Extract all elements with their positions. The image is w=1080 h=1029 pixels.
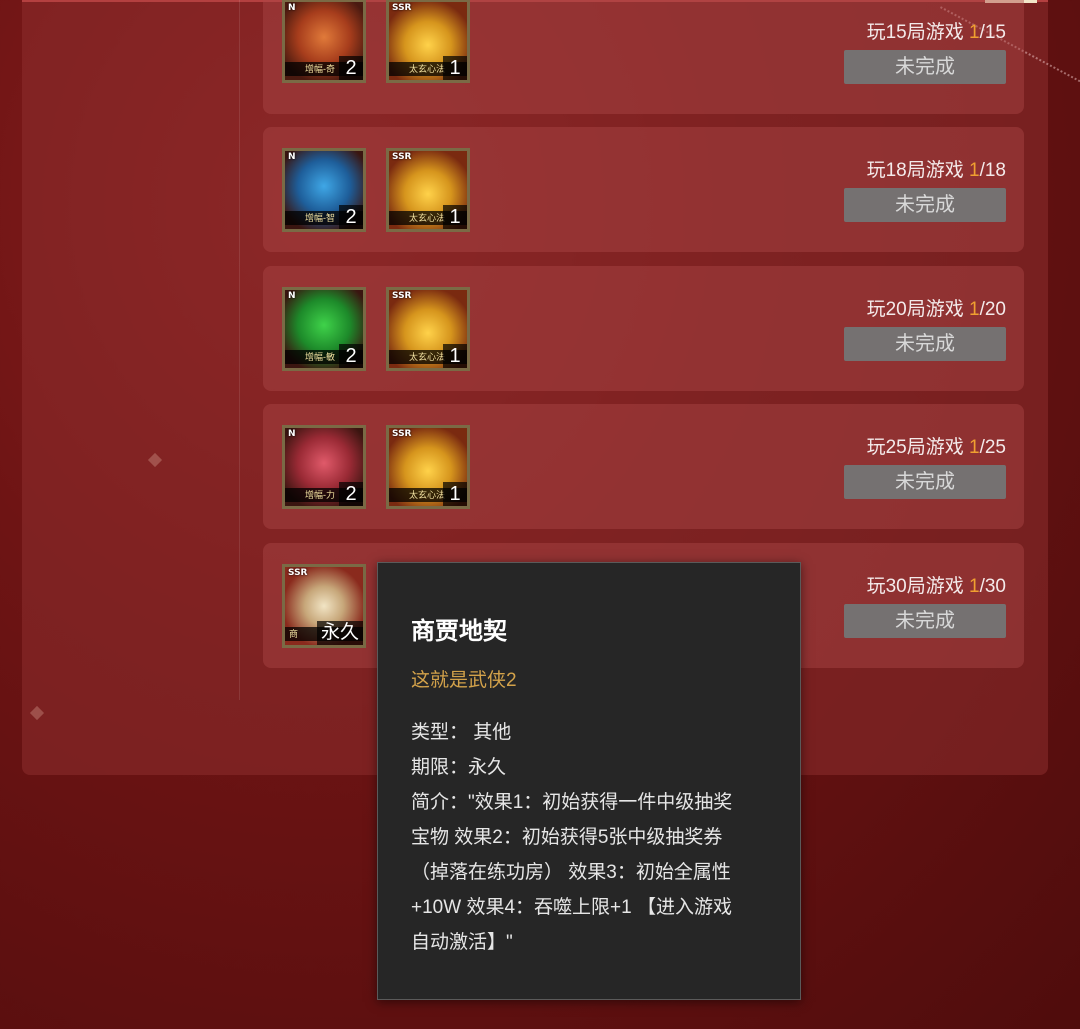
rarity-badge: N xyxy=(288,152,296,162)
reward-slot[interactable]: N 增幅-力 2 xyxy=(282,425,366,509)
rarity-badge: SSR xyxy=(288,568,308,578)
task-label: 玩20局游戏 xyxy=(866,299,964,320)
task-label: 玩15局游戏 xyxy=(866,22,964,43)
reward-slot[interactable]: SSR 太玄心法 1 xyxy=(386,148,470,232)
progress-current: 1 xyxy=(969,299,980,320)
task-progress: 玩25局游戏 1/25 xyxy=(867,432,1006,459)
task-row: N 增幅-敏 2 SSR 太玄心法 1 玩20局游戏 1/20 未完成 xyxy=(263,266,1024,391)
progress-target: /18 xyxy=(979,160,1006,181)
task-progress: 玩18局游戏 1/18 xyxy=(867,155,1006,182)
tooltip-line: +10W 效果4：吞噬上限+1 【进入游戏 xyxy=(411,897,732,918)
reward-count: 1 xyxy=(443,344,467,368)
progress-target: /30 xyxy=(979,576,1006,597)
rarity-badge: N xyxy=(288,291,296,301)
incomplete-button[interactable]: 未完成 xyxy=(844,50,1006,84)
reward-slot[interactable]: N 增幅-奇 2 xyxy=(282,0,366,83)
rarity-badge: SSR xyxy=(392,291,412,301)
rarity-badge: N xyxy=(288,429,296,439)
reward-slot[interactable]: SSR 商 永久 xyxy=(282,564,366,648)
incomplete-button[interactable]: 未完成 xyxy=(844,188,1006,222)
reward-count: 1 xyxy=(443,205,467,229)
tooltip-title: 商贾地契 xyxy=(411,618,507,645)
progress-current: 1 xyxy=(969,22,980,43)
rarity-badge: N xyxy=(288,3,296,13)
reward-duration: 永久 xyxy=(316,621,363,645)
tooltip-subtitle: 这就是武侠2 xyxy=(411,670,517,691)
progress-current: 1 xyxy=(969,437,980,458)
tooltip-line: 自动激活】" xyxy=(411,932,513,953)
incomplete-button[interactable]: 未完成 xyxy=(844,465,1006,499)
task-label: 玩18局游戏 xyxy=(866,160,964,181)
reward-count: 1 xyxy=(443,56,467,80)
sidebar-divider xyxy=(239,0,240,700)
tooltip-line: 类型： 其他 xyxy=(411,722,512,743)
task-progress: 玩15局游戏 1/15 xyxy=(867,17,1006,44)
rarity-badge: SSR xyxy=(392,429,412,439)
reward-slot[interactable]: N 增幅-敏 2 xyxy=(282,287,366,371)
incomplete-button[interactable]: 未完成 xyxy=(844,604,1006,638)
reward-count: 1 xyxy=(443,482,467,506)
reward-slot[interactable]: SSR 太玄心法 1 xyxy=(386,0,470,83)
task-progress: 玩20局游戏 1/20 xyxy=(867,294,1006,321)
reward-slot[interactable]: N 增幅-智 2 xyxy=(282,148,366,232)
incomplete-button[interactable]: 未完成 xyxy=(844,327,1006,361)
tooltip-line: 期限：永久 xyxy=(411,757,507,778)
progress-target: /25 xyxy=(979,437,1006,458)
progress-target: /20 xyxy=(979,299,1006,320)
task-row: N 增幅-智 2 SSR 太玄心法 1 玩18局游戏 1/18 未完成 xyxy=(263,127,1024,252)
task-row: N 增幅-力 2 SSR 太玄心法 1 玩25局游戏 1/25 未完成 xyxy=(263,404,1024,529)
reward-count: 2 xyxy=(339,344,363,368)
tooltip-line: （掉落在练功房） 效果3：初始全属性 xyxy=(411,862,731,883)
task-label: 玩30局游戏 xyxy=(866,576,964,597)
reward-slot[interactable]: SSR 太玄心法 1 xyxy=(386,287,470,371)
reward-count: 2 xyxy=(339,482,363,506)
task-progress: 玩30局游戏 1/30 xyxy=(867,571,1006,598)
task-row: N 增幅-奇 2 SSR 太玄心法 1 玩15局游戏 1/15 未完成 xyxy=(263,0,1024,114)
tooltip-body: 类型： 其他 期限：永久 简介："效果1：初始获得一件中级抽奖 宝物 效果2：初… xyxy=(411,715,773,960)
reward-slot[interactable]: SSR 太玄心法 1 xyxy=(386,425,470,509)
rarity-badge: SSR xyxy=(392,3,412,13)
tooltip-line: 简介："效果1：初始获得一件中级抽奖 xyxy=(411,792,733,813)
reward-count: 2 xyxy=(339,205,363,229)
item-tooltip: 商贾地契 这就是武侠2 类型： 其他 期限：永久 简介："效果1：初始获得一件中… xyxy=(377,562,801,1000)
progress-target: /15 xyxy=(979,22,1006,43)
progress-current: 1 xyxy=(969,160,980,181)
task-label: 玩25局游戏 xyxy=(866,437,964,458)
tooltip-line: 宝物 效果2：初始获得5张中级抽奖券 xyxy=(411,827,723,848)
progress-current: 1 xyxy=(969,576,980,597)
reward-count: 2 xyxy=(339,56,363,80)
rarity-badge: SSR xyxy=(392,152,412,162)
